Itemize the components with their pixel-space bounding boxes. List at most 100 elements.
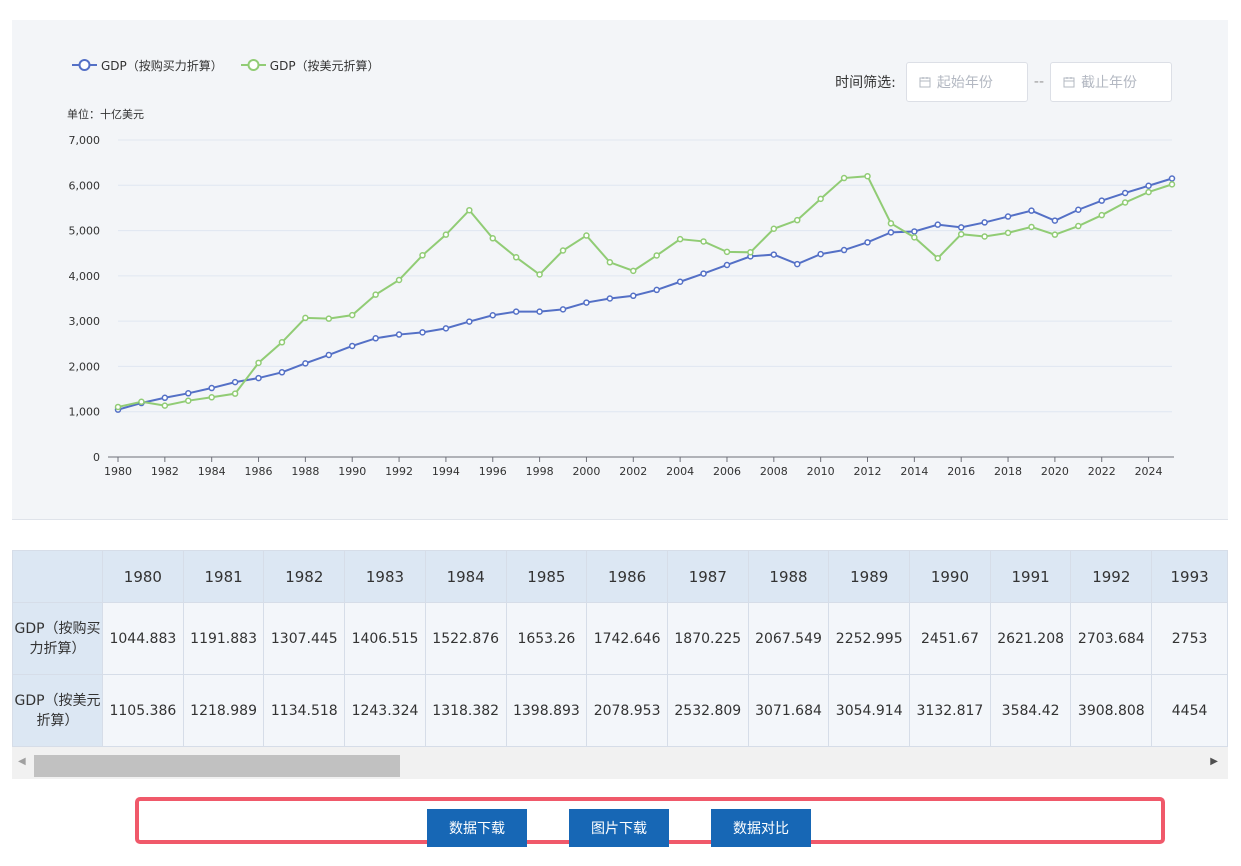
data-point[interactable]	[231, 390, 239, 397]
data-point[interactable]	[653, 286, 660, 294]
data-point[interactable]	[442, 231, 450, 238]
data-point[interactable]	[864, 239, 871, 246]
data-point[interactable]	[161, 402, 169, 409]
data-point[interactable]	[536, 308, 543, 315]
data-point[interactable]	[512, 254, 520, 261]
data-point[interactable]	[1051, 217, 1059, 224]
data-point[interactable]	[1121, 199, 1129, 206]
data-point[interactable]	[559, 247, 567, 254]
data-point[interactable]	[700, 270, 707, 277]
data-point[interactable]	[278, 339, 286, 346]
data-point[interactable]	[1051, 231, 1059, 238]
data-point[interactable]	[419, 252, 426, 259]
data-point[interactable]	[1098, 197, 1105, 204]
data-point[interactable]	[278, 369, 286, 376]
data-point[interactable]	[231, 378, 239, 386]
data-point[interactable]	[770, 251, 778, 258]
data-point[interactable]	[512, 308, 520, 315]
data-point[interactable]	[653, 252, 660, 259]
data-point[interactable]	[1168, 181, 1176, 188]
data-point[interactable]	[372, 291, 379, 298]
data-point[interactable]	[208, 384, 215, 392]
data-point[interactable]	[255, 359, 262, 367]
data-point[interactable]	[583, 299, 590, 306]
data-point[interactable]	[864, 172, 871, 180]
data-point[interactable]	[606, 259, 614, 266]
data-point[interactable]	[1028, 223, 1035, 231]
data-point[interactable]	[957, 224, 965, 231]
data-point[interactable]	[1004, 213, 1012, 220]
data-point[interactable]	[372, 335, 379, 342]
data-point[interactable]	[911, 228, 918, 235]
data-point[interactable]	[489, 235, 497, 242]
data-point[interactable]	[606, 295, 614, 302]
data-point[interactable]	[1121, 189, 1129, 197]
data-point[interactable]	[185, 397, 192, 404]
data-point[interactable]	[934, 221, 942, 228]
data-point[interactable]	[747, 249, 754, 256]
data-point[interactable]	[395, 331, 403, 338]
data-point[interactable]	[793, 216, 801, 224]
data-compare-button[interactable]: 数据对比	[711, 809, 811, 847]
data-table: 1980 1981 1982 1983 1984 1985 1986 1987 1988 1989…	[12, 550, 1228, 747]
data-point[interactable]	[583, 232, 590, 239]
data-point[interactable]	[1098, 211, 1105, 219]
x-tick-label: 1984	[198, 465, 226, 478]
horizontal-scrollbar[interactable]: ◀ ▶	[12, 747, 1228, 779]
data-point[interactable]	[302, 360, 309, 367]
data-point[interactable]	[489, 312, 497, 319]
data-point[interactable]	[840, 174, 848, 182]
data-point[interactable]	[840, 246, 848, 254]
data-download-button[interactable]: 数据下载	[427, 809, 527, 847]
data-point[interactable]	[676, 278, 684, 285]
table-cell: 1318.382	[424, 674, 507, 747]
data-point[interactable]	[723, 248, 731, 256]
data-point[interactable]	[138, 398, 145, 406]
data-point[interactable]	[302, 314, 309, 322]
data-point[interactable]	[185, 390, 192, 397]
image-download-button[interactable]: 图片下载	[569, 809, 669, 847]
data-point[interactable]	[1075, 222, 1082, 230]
data-point[interactable]	[348, 342, 356, 350]
data-point[interactable]	[161, 394, 169, 402]
data-point[interactable]	[114, 403, 122, 411]
scroll-left-arrow-icon[interactable]: ◀	[18, 756, 26, 767]
data-point[interactable]	[208, 394, 215, 401]
scrollbar-thumb[interactable]	[34, 755, 400, 777]
data-point[interactable]	[1168, 175, 1176, 182]
data-point[interactable]	[934, 254, 942, 262]
table-year-header: 1982	[263, 550, 346, 603]
data-point[interactable]	[442, 325, 450, 332]
data-point[interactable]	[700, 238, 707, 245]
data-point[interactable]	[348, 311, 356, 319]
data-point[interactable]	[325, 315, 333, 322]
data-point[interactable]	[419, 329, 426, 336]
data-point[interactable]	[981, 233, 988, 240]
data-point[interactable]	[630, 292, 637, 300]
data-point[interactable]	[1028, 207, 1035, 214]
data-point[interactable]	[911, 234, 918, 241]
data-point[interactable]	[887, 229, 895, 236]
data-point[interactable]	[466, 318, 473, 325]
data-point[interactable]	[1145, 188, 1152, 196]
data-point[interactable]	[255, 374, 262, 382]
data-point[interactable]	[770, 225, 778, 233]
data-point[interactable]	[536, 271, 543, 278]
data-point[interactable]	[1004, 229, 1012, 237]
data-point[interactable]	[723, 261, 731, 269]
data-point[interactable]	[395, 276, 403, 284]
data-point[interactable]	[559, 306, 567, 313]
data-point[interactable]	[325, 351, 333, 359]
data-point[interactable]	[466, 206, 473, 214]
data-point[interactable]	[1145, 182, 1152, 189]
scroll-right-arrow-icon[interactable]: ▶	[1210, 756, 1218, 767]
data-point[interactable]	[981, 219, 988, 226]
data-point[interactable]	[817, 195, 824, 203]
data-point[interactable]	[887, 220, 895, 227]
data-point[interactable]	[817, 250, 824, 258]
data-point[interactable]	[1075, 206, 1082, 213]
data-point[interactable]	[957, 230, 965, 238]
data-point[interactable]	[676, 235, 684, 243]
data-point[interactable]	[793, 260, 801, 268]
data-point[interactable]	[630, 267, 637, 275]
